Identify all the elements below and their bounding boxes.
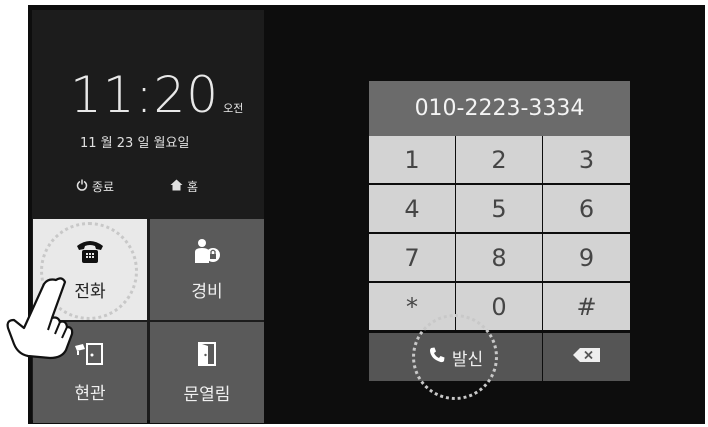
call-button[interactable]: 발신	[369, 333, 542, 381]
clock-time: 11:20	[70, 66, 220, 124]
tile-door-open[interactable]: 문열림	[150, 322, 264, 423]
security-guard-icon	[192, 238, 222, 269]
clock-ampm: 오전	[223, 102, 244, 115]
phone-icon	[428, 346, 446, 368]
call-label: 발신	[451, 349, 484, 370]
home-label: 홈	[187, 180, 199, 194]
key-hash[interactable]: #	[543, 283, 630, 330]
key-star[interactable]: *	[369, 283, 455, 330]
backspace-icon	[572, 347, 602, 367]
tile-label: 문열림	[183, 384, 231, 405]
tile-security[interactable]: 경비	[150, 219, 264, 320]
telephone-icon	[75, 238, 105, 269]
power-off-label: 종료	[92, 180, 115, 194]
dialed-number-display: 010-2223-3334	[369, 81, 630, 136]
key-0[interactable]: 0	[456, 283, 542, 330]
dialer: 010-2223-3334 1 2 3 4 5 6 7 8 9 * 0 # 발신	[369, 81, 630, 381]
tile-label: 경비	[191, 281, 223, 302]
power-off-button[interactable]: 종료	[76, 178, 114, 195]
backspace-button[interactable]	[543, 333, 630, 381]
clock: 11:20 오전	[70, 66, 243, 124]
key-5[interactable]: 5	[456, 185, 542, 232]
key-7[interactable]: 7	[369, 234, 455, 281]
clock-date: 11 월 23 일 월요일	[80, 136, 190, 151]
home-icon	[170, 179, 183, 194]
hand-pointer-icon	[6, 277, 74, 360]
home-button[interactable]: 홈	[170, 178, 198, 195]
power-icon	[76, 179, 88, 194]
key-3[interactable]: 3	[543, 136, 630, 183]
door-open-icon	[194, 341, 220, 372]
key-4[interactable]: 4	[369, 185, 455, 232]
key-1[interactable]: 1	[369, 136, 455, 183]
key-8[interactable]: 8	[456, 234, 542, 281]
key-9[interactable]: 9	[543, 234, 630, 281]
tile-label: 현관	[74, 383, 106, 404]
key-2[interactable]: 2	[456, 136, 542, 183]
key-6[interactable]: 6	[543, 185, 630, 232]
